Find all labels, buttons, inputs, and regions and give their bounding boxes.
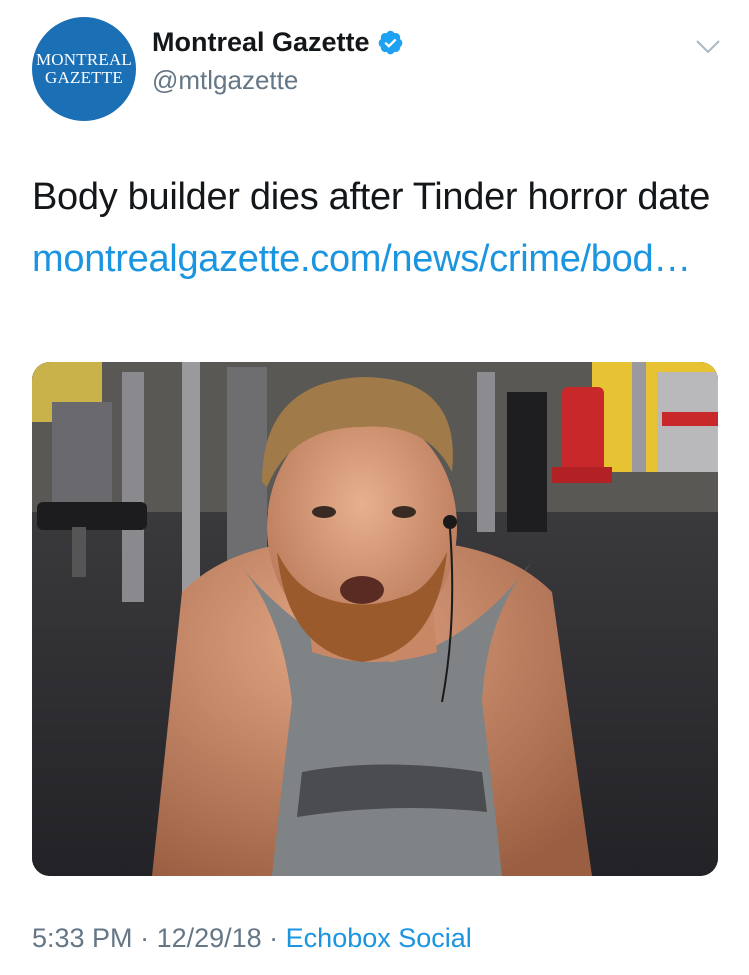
avatar-line-1: MONTREAL [35, 50, 133, 70]
avatar[interactable]: MONTREAL GAZETTE [32, 17, 136, 121]
footer-separator-1: · [132, 923, 157, 953]
chevron-down-icon[interactable] [695, 38, 721, 56]
verified-badge-icon [378, 30, 402, 55]
avatar-line-2: GAZETTE [45, 68, 123, 87]
name-row: Montreal Gazette [152, 27, 404, 58]
footer-separator-2: · [261, 923, 286, 953]
media-image [32, 362, 718, 876]
tweet-media[interactable] [32, 362, 718, 876]
handle[interactable]: @mtlgazette [152, 65, 298, 96]
tweet-body: Body builder dies after Tinder horror da… [32, 176, 711, 218]
tweet-card: MONTREAL GAZETTE Montreal Gazette @mtlga… [0, 0, 749, 975]
tweet-time[interactable]: 5:33 PM [32, 923, 133, 953]
tweet-footer: 5:33 PM · 12/29/18 · Echobox Social [32, 923, 472, 954]
tweet-source[interactable]: Echobox Social [286, 923, 472, 953]
article-link[interactable]: montrealgazette.com/news/crime/bod… [32, 238, 691, 280]
display-name[interactable]: Montreal Gazette [152, 27, 370, 58]
tweet-text: Body builder dies after Tinder horror da… [32, 166, 712, 290]
tweet-date[interactable]: 12/29/18 [157, 923, 262, 953]
